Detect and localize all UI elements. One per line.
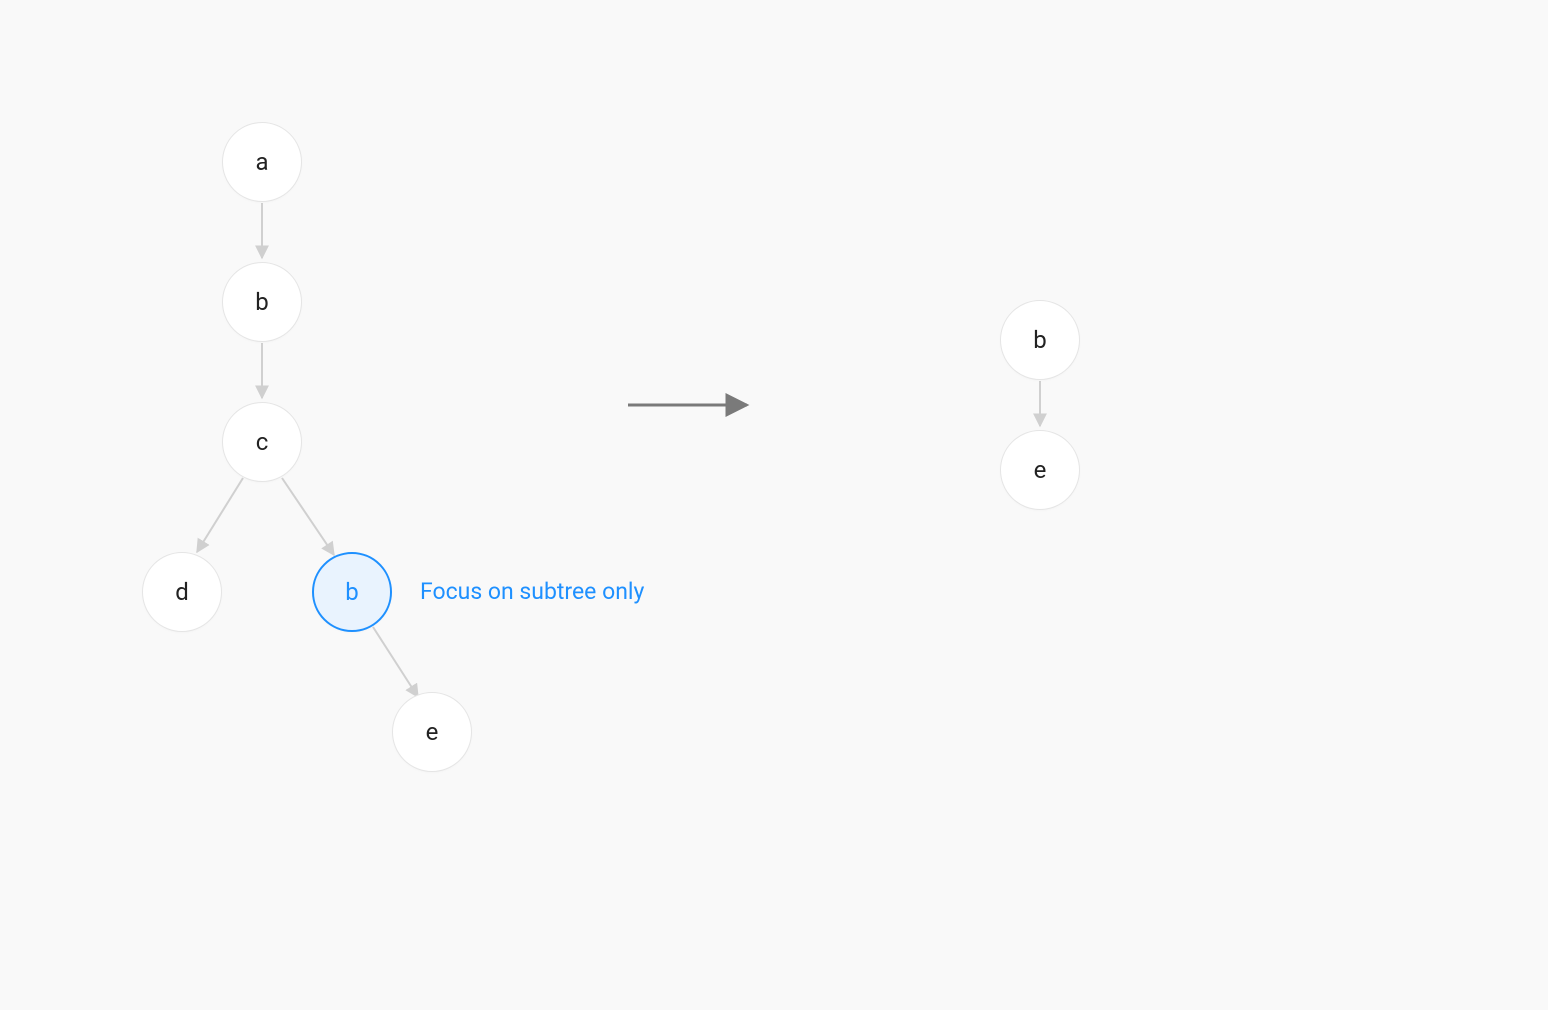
edge-c-d	[197, 478, 243, 552]
result-node-b: b	[1000, 300, 1080, 380]
edge-b2-e	[373, 627, 418, 697]
node-e: e	[392, 692, 472, 772]
node-label: c	[256, 428, 269, 456]
node-label: b	[1033, 326, 1046, 354]
result-node-e: e	[1000, 430, 1080, 510]
node-a: a	[222, 122, 302, 202]
node-label: d	[175, 578, 189, 606]
node-b: b	[222, 262, 302, 342]
diagram-canvas: a b c d b e Focus on subtree only b e	[0, 0, 1548, 1010]
node-label: e	[1034, 456, 1047, 484]
annotation-text: Focus on subtree only	[420, 578, 644, 605]
node-label: b	[255, 288, 268, 316]
node-b-highlighted: b	[312, 552, 392, 632]
node-label: a	[255, 148, 268, 176]
edge-c-b2	[282, 478, 334, 555]
node-label: b	[345, 578, 358, 606]
focus-annotation: Focus on subtree only	[420, 578, 644, 605]
node-label: e	[426, 718, 439, 746]
node-c: c	[222, 402, 302, 482]
node-d: d	[142, 552, 222, 632]
